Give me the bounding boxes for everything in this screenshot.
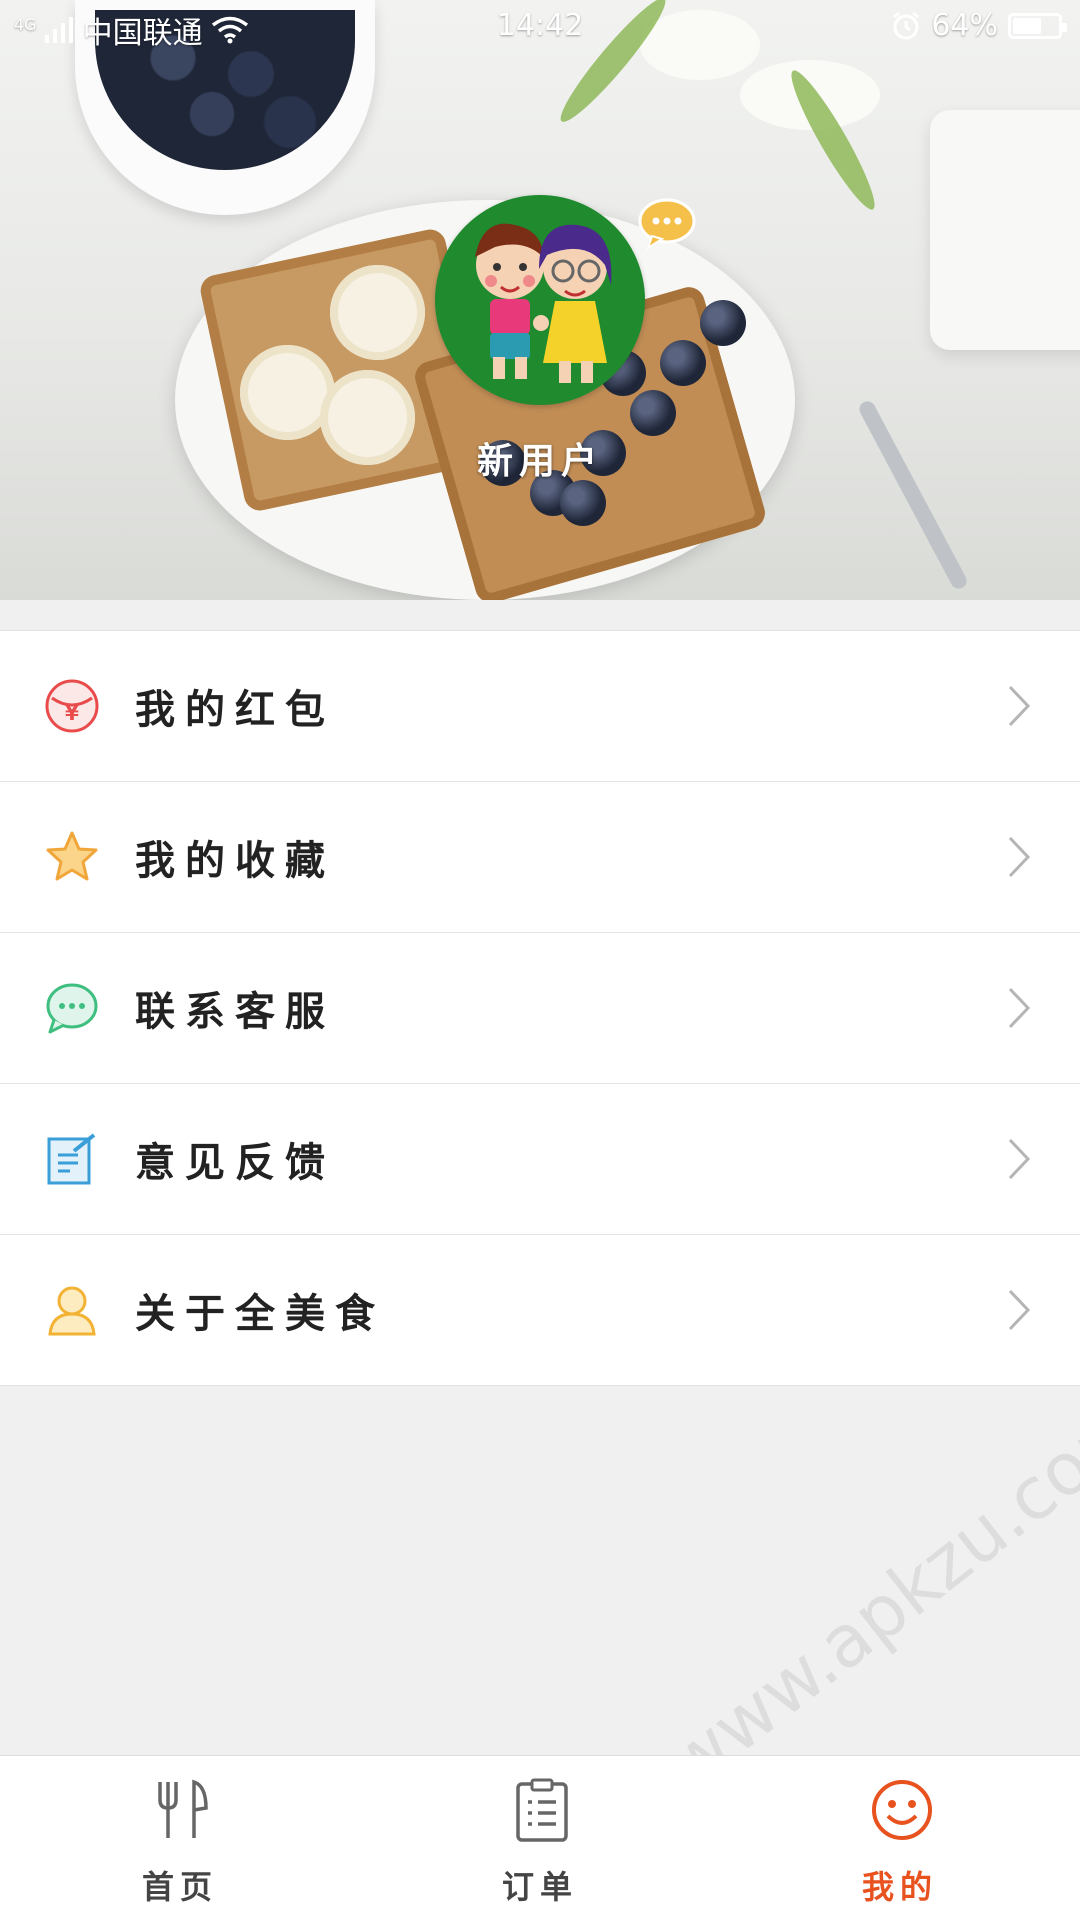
banana-slice-image [330, 265, 425, 360]
profile-header: 新用户 [0, 0, 1080, 600]
blueberry-image [630, 390, 676, 436]
tab-label: 订单 [501, 1868, 578, 1906]
avatar-illustration [475, 223, 612, 383]
tab-orders[interactable]: 订单 [360, 1756, 720, 1920]
person-icon [48, 1286, 96, 1336]
alarm-icon [893, 11, 920, 39]
tab-label: 我的 [861, 1868, 938, 1906]
chat-icon [46, 983, 98, 1034]
menu-label: 关于全美食 [135, 1291, 385, 1337]
profile-menu: ¥ 我的红包 我的收藏 联系客服 意见反馈 关于全美食 [0, 630, 1080, 1386]
svg-text:¥: ¥ [65, 701, 79, 725]
smiley-icon [872, 1780, 932, 1840]
menu-item-red-packet[interactable]: ¥ 我的红包 [0, 631, 1080, 782]
menu-label: 联系客服 [135, 989, 335, 1035]
fork-knife-icon [158, 1779, 208, 1838]
watermark: www.apkzu.com [650, 1380, 1080, 1807]
chevron-right-icon [1008, 987, 1031, 1029]
menu-item-customer-service[interactable]: 联系客服 [0, 933, 1080, 1084]
username-label[interactable]: 新用户 [0, 432, 1080, 484]
feedback-icon [47, 1133, 96, 1185]
star-icon [46, 831, 98, 881]
blueberry-image [660, 340, 706, 386]
tab-home[interactable]: 首页 [0, 1756, 360, 1920]
menu-label: 意见反馈 [135, 1140, 335, 1186]
blueberry-image [560, 480, 606, 526]
chevron-right-icon [1008, 1289, 1031, 1331]
bottom-tab-bar: 首页 订单 我的 [0, 1755, 1080, 1920]
menu-item-feedback[interactable]: 意见反馈 [0, 1084, 1080, 1235]
chevron-right-icon [1008, 1138, 1031, 1180]
clipboard-icon [516, 1778, 568, 1842]
chevron-right-icon [1008, 685, 1031, 727]
fork-image [856, 398, 970, 592]
menu-item-favorites[interactable]: 我的收藏 [0, 782, 1080, 933]
battery-level [1013, 17, 1042, 34]
tab-me[interactable]: 我的 [720, 1756, 1080, 1920]
blueberry-image [700, 300, 746, 346]
menu-item-about[interactable]: 关于全美食 [0, 1235, 1080, 1385]
message-bubble-icon[interactable] [638, 198, 696, 250]
status-bar: 4G 中国联通 14:42 64% [0, 0, 1080, 52]
menu-label: 我的收藏 [135, 838, 335, 884]
battery-percent: 64% [931, 8, 998, 43]
milk-cup-image [930, 110, 1080, 350]
chevron-right-icon [1008, 836, 1031, 878]
red-packet-icon: ¥ [45, 679, 99, 733]
user-avatar[interactable] [435, 195, 645, 405]
tab-label: 首页 [141, 1868, 218, 1906]
battery-icon [1008, 12, 1067, 39]
menu-label: 我的红包 [135, 687, 335, 733]
